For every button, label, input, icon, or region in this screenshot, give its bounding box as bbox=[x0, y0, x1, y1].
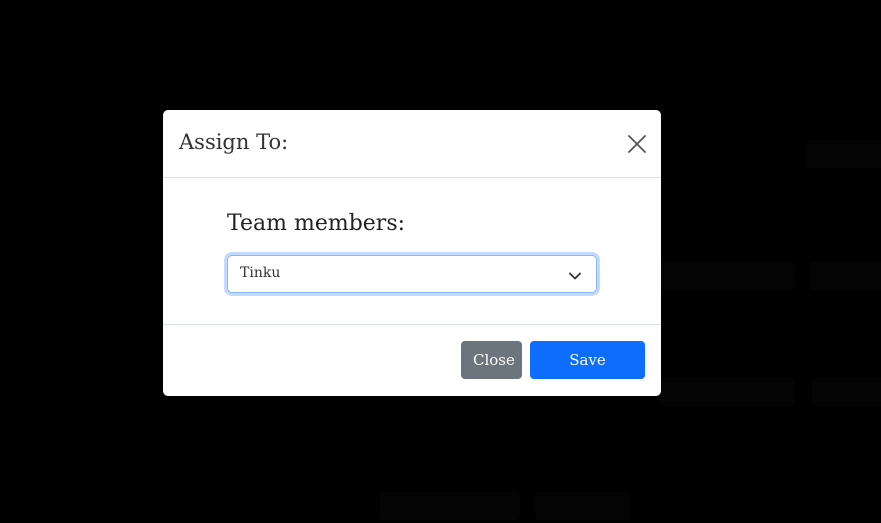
team-members-label: Team members: bbox=[227, 211, 406, 236]
selected-member: Tinku bbox=[240, 265, 281, 281]
modal-footer: Close Save Changes bbox=[163, 325, 661, 396]
chevron-down-icon bbox=[568, 268, 582, 282]
close-icon[interactable] bbox=[625, 132, 649, 156]
modal-body: Team members: Tinku bbox=[163, 178, 661, 325]
modal-title: Assign To: bbox=[179, 130, 289, 154]
page: Assign To: Team members: Tinku Close Sav… bbox=[0, 0, 881, 523]
modal-header: Assign To: bbox=[163, 110, 661, 178]
save-changes-button[interactable]: Save Changes bbox=[530, 341, 645, 396]
assign-modal: Assign To: Team members: Tinku Close Sav… bbox=[163, 110, 661, 396]
team-member-select[interactable]: Tinku bbox=[227, 255, 597, 293]
close-button[interactable]: Close bbox=[461, 341, 522, 379]
